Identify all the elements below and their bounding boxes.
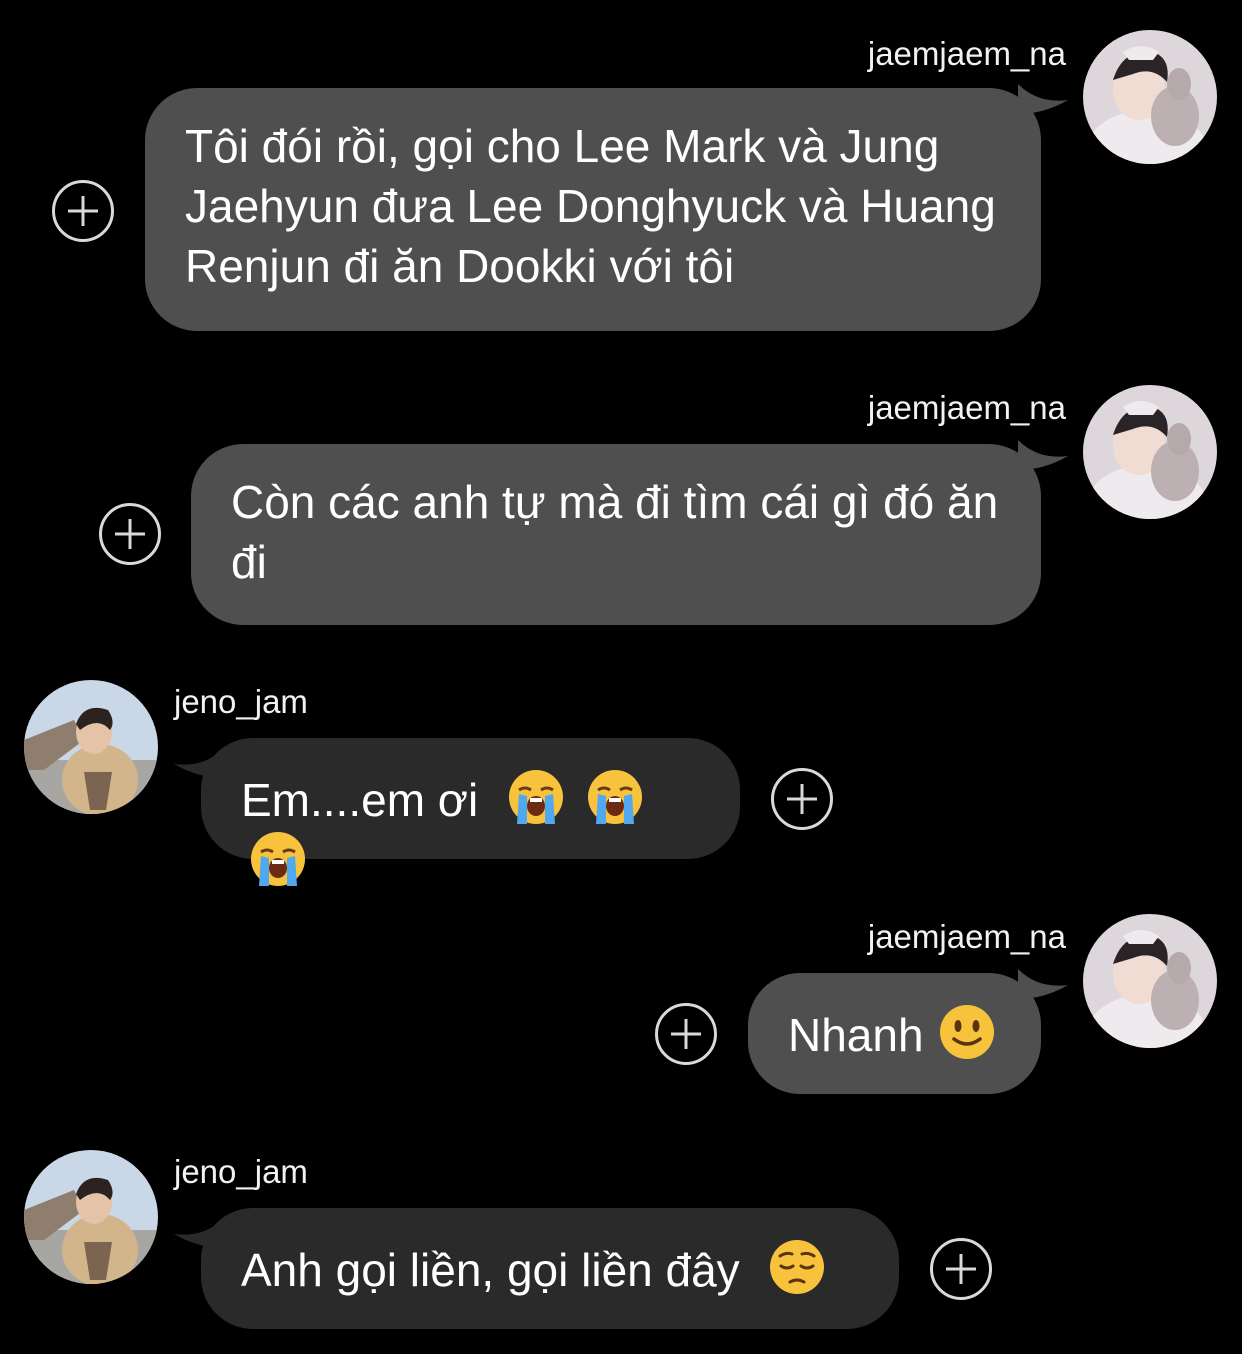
message-text: Còn các anh tự mà đi tìm cái gì đó ăn đi (231, 476, 999, 588)
sender-username: jaemjaem_na (867, 389, 1066, 426)
add-reaction-button[interactable] (655, 1003, 717, 1065)
loudly-crying-face-icon (507, 768, 565, 826)
sender-username: jaemjaem_na (867, 918, 1066, 955)
message-bubble[interactable]: Tôi đói rồi, gọi cho Lee Mark và Jung Ja… (145, 88, 1041, 331)
message-text: Em....em ơi (241, 774, 479, 826)
message-bubble[interactable]: Anh gọi liền, gọi liền đây (201, 1208, 899, 1329)
loudly-crying-face-icon (586, 768, 644, 826)
message-text: Anh gọi liền, gọi liền đây (241, 1244, 740, 1296)
sender-username: jaemjaem_na (867, 35, 1066, 72)
add-reaction-button[interactable] (99, 503, 161, 565)
message-bubble[interactable]: Em....em ơi (201, 738, 740, 886)
avatar[interactable] (24, 680, 158, 814)
add-reaction-button[interactable] (52, 180, 114, 242)
avatar[interactable] (1083, 914, 1217, 1048)
sender-username: jeno_jam (174, 1153, 308, 1190)
message-text: Tôi đói rồi, gọi cho Lee Mark và Jung Ja… (185, 120, 996, 292)
message-bubble[interactable]: Nhanh (748, 973, 1041, 1094)
message-text: Nhanh (788, 1009, 924, 1061)
sender-username: jeno_jam (174, 683, 308, 720)
avatar[interactable] (24, 1150, 158, 1284)
message-bubble[interactable]: Còn các anh tự mà đi tìm cái gì đó ăn đi (191, 444, 1041, 625)
avatar[interactable] (1083, 385, 1217, 519)
avatar[interactable] (1083, 30, 1217, 164)
add-reaction-button[interactable] (930, 1238, 992, 1300)
add-reaction-button[interactable] (771, 768, 833, 830)
pensive-face-icon (768, 1238, 826, 1296)
slightly-smiling-face-icon (938, 1003, 996, 1061)
loudly-crying-face-icon (249, 830, 307, 888)
